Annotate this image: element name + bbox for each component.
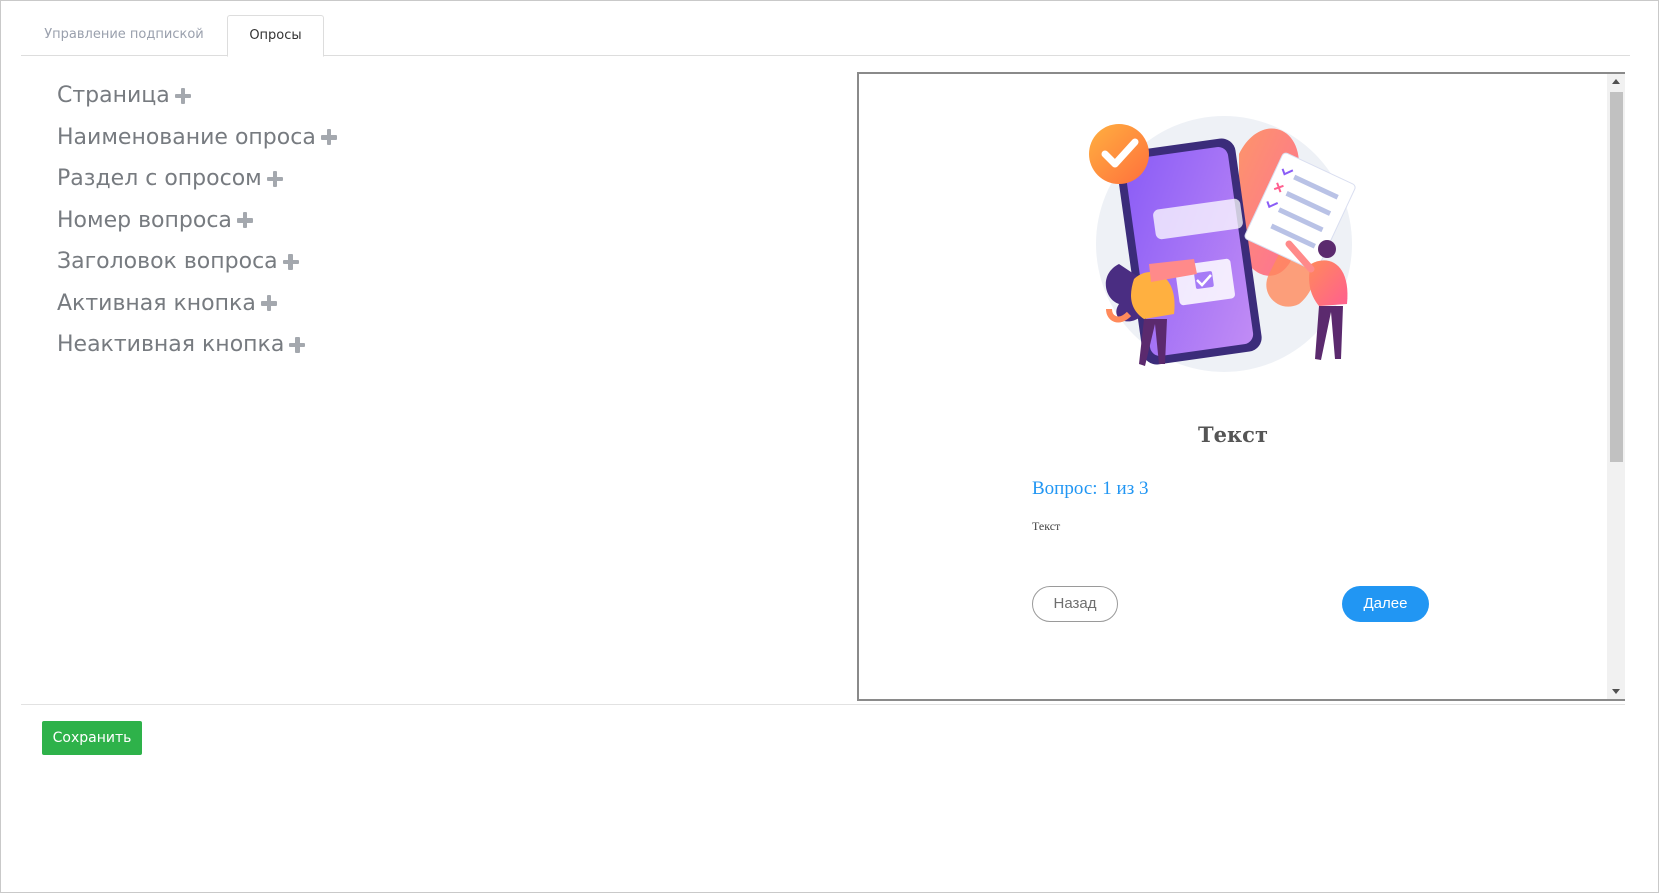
plus-icon[interactable] (282, 253, 299, 270)
back-button[interactable]: Назад (1032, 586, 1118, 622)
style-item-label: Заголовок вопроса (57, 249, 278, 275)
style-item-survey-name[interactable]: Наименование опроса (57, 117, 337, 159)
style-item-label: Раздел с опросом (57, 166, 262, 192)
plus-icon[interactable] (174, 87, 191, 104)
style-item-label: Активная кнопка (57, 290, 256, 316)
survey-settings-window: Управление подпиской Опросы Страница Наи… (0, 0, 1659, 893)
style-item-page[interactable]: Страница (57, 75, 337, 117)
tab-surveys[interactable]: Опросы (227, 15, 324, 57)
survey-title: Текст (1198, 422, 1268, 447)
plus-icon[interactable] (289, 336, 306, 353)
next-button[interactable]: Далее (1342, 586, 1429, 622)
style-sections-list: Страница Наименование опроса Раздел с оп… (57, 75, 337, 366)
plus-icon[interactable] (236, 212, 253, 229)
survey-illustration (1089, 116, 1356, 372)
style-item-question-number[interactable]: Номер вопроса (57, 200, 337, 242)
tab-bar: Управление подпиской Опросы (21, 15, 1630, 57)
style-item-survey-section[interactable]: Раздел с опросом (57, 158, 337, 200)
style-item-label: Номер вопроса (57, 207, 232, 233)
style-item-inactive-button[interactable]: Неактивная кнопка (57, 324, 337, 366)
style-item-active-button[interactable]: Активная кнопка (57, 283, 337, 325)
style-item-label: Наименование опроса (57, 124, 316, 150)
plus-icon[interactable] (320, 129, 337, 146)
style-item-label: Неактивная кнопка (57, 332, 285, 358)
style-item-question-title[interactable]: Заголовок вопроса (57, 241, 337, 283)
question-counter: Вопрос: 1 из 3 (1032, 478, 1149, 499)
save-button[interactable]: Сохранить (42, 721, 142, 755)
plus-icon[interactable] (266, 170, 283, 187)
tab-subscription-management[interactable]: Управление подпиской (21, 15, 227, 56)
scroll-down-arrow-icon[interactable] (1612, 689, 1620, 694)
question-text: Текст (1032, 519, 1061, 533)
survey-preview-frame: Текст Вопрос: 1 из 3 Текст Назад Далее (857, 72, 1625, 701)
divider (21, 704, 1625, 705)
style-item-label: Страница (57, 83, 170, 109)
plus-icon[interactable] (260, 295, 277, 312)
preview-scrollbar[interactable] (1607, 74, 1625, 699)
scroll-thumb[interactable] (1610, 92, 1623, 462)
scroll-up-arrow-icon[interactable] (1612, 79, 1620, 84)
